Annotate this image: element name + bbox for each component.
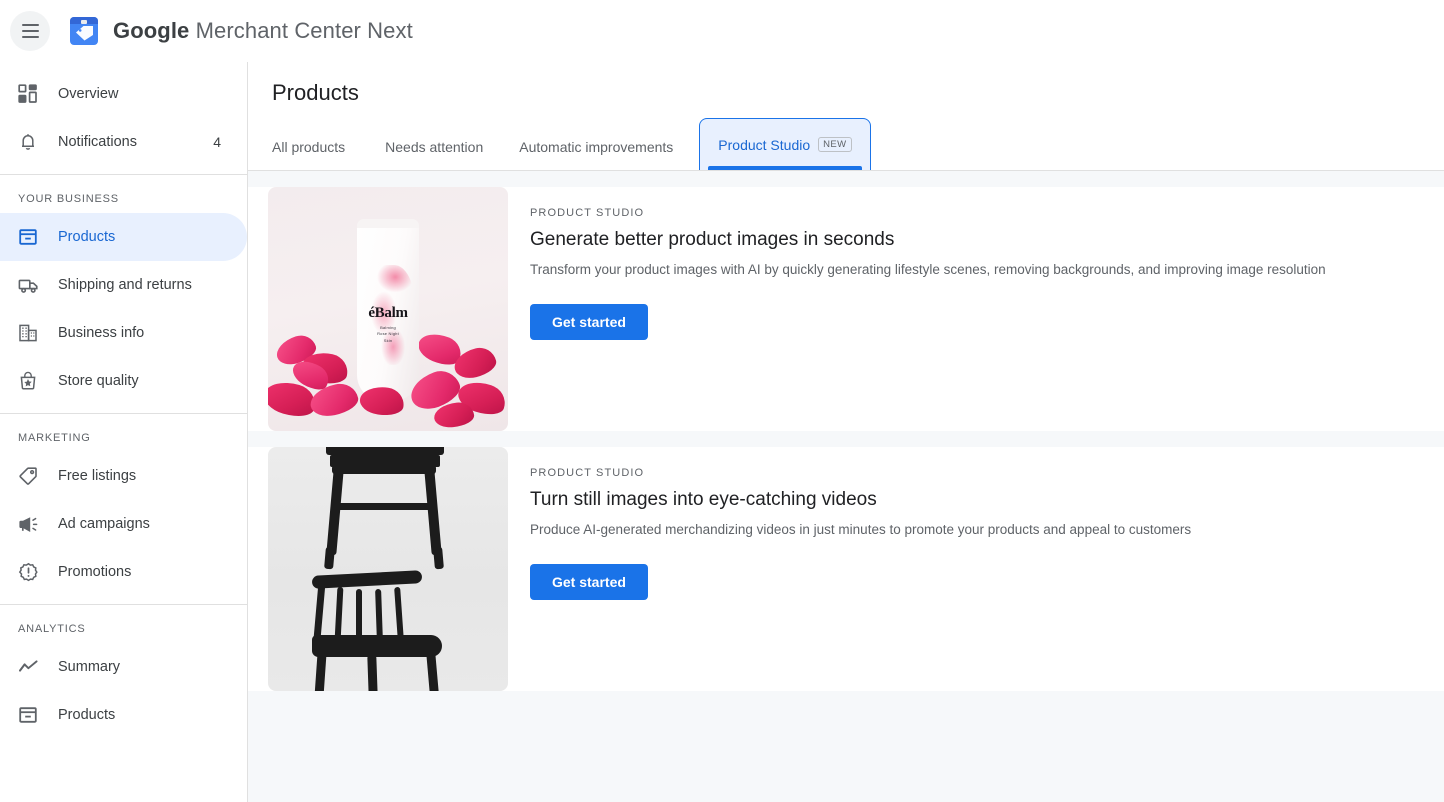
sidebar-item-label: Overview bbox=[58, 86, 237, 102]
sidebar-item-overview[interactable]: Overview bbox=[0, 70, 247, 118]
sidebar-item-summary[interactable]: Summary bbox=[0, 643, 247, 691]
sidebar-item-free-listings[interactable]: Free listings bbox=[0, 452, 247, 500]
inventory-box-icon bbox=[16, 225, 40, 249]
card-title: Turn still images into eye-catching vide… bbox=[530, 489, 1420, 511]
truck-icon bbox=[16, 273, 40, 297]
tab-label: All products bbox=[272, 139, 345, 155]
sidebar-item-label: Promotions bbox=[58, 564, 237, 580]
sidebar-section-marketing: MARKETING bbox=[0, 414, 247, 452]
sidebar-item-label: Store quality bbox=[58, 373, 237, 389]
main-content: Products All products Needs attention Au… bbox=[248, 62, 1444, 802]
dashboard-icon bbox=[16, 82, 40, 106]
megaphone-icon bbox=[16, 512, 40, 536]
sidebar-item-shipping-and-returns[interactable]: Shipping and returns bbox=[0, 261, 247, 309]
sidebar-item-label: Shipping and returns bbox=[58, 277, 237, 293]
new-badge: NEW bbox=[818, 137, 851, 152]
tab-product-studio[interactable]: Product Studio NEW bbox=[699, 118, 870, 170]
sidebar-item-label: Notifications bbox=[58, 134, 213, 150]
sidebar-nav: Overview Notifications 4 YOUR BUSINESS bbox=[0, 62, 248, 802]
sidebar-section-analytics: ANALYTICS bbox=[0, 605, 247, 643]
tab-needs-attention[interactable]: Needs attention bbox=[367, 124, 501, 170]
balm-caption-text: BalmingRose NightSkin bbox=[357, 325, 419, 344]
hamburger-menu-icon[interactable] bbox=[10, 11, 50, 51]
get-started-button[interactable]: Get started bbox=[530, 304, 648, 340]
brand-rest-words: Merchant Center Next bbox=[189, 18, 412, 43]
tab-bar: All products Needs attention Automatic i… bbox=[272, 118, 1444, 170]
merchant-center-tag-icon bbox=[70, 17, 98, 45]
app-header: Google Merchant Center Next bbox=[0, 0, 1444, 62]
store-badge-icon bbox=[16, 369, 40, 393]
card-description: Produce AI-generated merchandizing video… bbox=[530, 521, 1420, 540]
cards-list: éBalm BalmingRose NightSkin bbox=[248, 171, 1444, 802]
card-eyebrow: PRODUCT STUDIO bbox=[530, 467, 1420, 479]
sidebar-item-store-quality[interactable]: Store quality bbox=[0, 357, 247, 405]
notifications-count: 4 bbox=[213, 134, 221, 150]
sidebar-item-notifications[interactable]: Notifications 4 bbox=[0, 118, 247, 166]
chair-seat bbox=[312, 635, 442, 657]
tab-label: Needs attention bbox=[385, 139, 483, 155]
stool-seat bbox=[326, 447, 444, 455]
sidebar-item-products[interactable]: Products bbox=[0, 213, 247, 261]
sidebar-item-label: Ad campaigns bbox=[58, 516, 237, 532]
sidebar-item-business-info[interactable]: Business info bbox=[0, 309, 247, 357]
building-icon bbox=[16, 321, 40, 345]
inventory-box-icon bbox=[16, 703, 40, 727]
chair-backrest bbox=[312, 570, 423, 589]
sidebar-item-label: Products bbox=[58, 707, 237, 723]
price-tag-icon bbox=[16, 464, 40, 488]
sidebar-section-your-business: YOUR BUSINESS bbox=[0, 175, 247, 213]
card-text-block: PRODUCT STUDIO Generate better product i… bbox=[508, 187, 1444, 431]
brand-google-word: Google bbox=[113, 18, 189, 43]
promo-seal-icon bbox=[16, 560, 40, 584]
card-text-block: PRODUCT STUDIO Turn still images into ey… bbox=[508, 447, 1444, 691]
active-tab-underline bbox=[708, 166, 861, 170]
card-description: Transform your product images with AI by… bbox=[530, 261, 1420, 280]
sidebar-item-analytics-products[interactable]: Products bbox=[0, 691, 247, 739]
balm-brand-text: éBalm bbox=[357, 305, 419, 322]
product-studio-card-images: éBalm BalmingRose NightSkin bbox=[248, 187, 1444, 431]
balm-tube-product-image: éBalm BalmingRose NightSkin bbox=[268, 187, 508, 431]
card-title: Generate better product images in second… bbox=[530, 229, 1420, 251]
bell-icon bbox=[16, 130, 40, 154]
balm-tube: éBalm BalmingRose NightSkin bbox=[357, 219, 419, 401]
tab-all-products[interactable]: All products bbox=[272, 124, 367, 170]
furniture-product-image bbox=[268, 447, 508, 691]
tab-label: Automatic improvements bbox=[519, 139, 673, 155]
page-title: Products bbox=[272, 62, 1444, 106]
sidebar-item-ad-campaigns[interactable]: Ad campaigns bbox=[0, 500, 247, 548]
line-chart-icon bbox=[16, 655, 40, 679]
tab-automatic-improvements[interactable]: Automatic improvements bbox=[501, 124, 691, 170]
main-header: Products All products Needs attention Au… bbox=[248, 62, 1444, 171]
card-eyebrow: PRODUCT STUDIO bbox=[530, 207, 1420, 219]
sidebar-item-promotions[interactable]: Promotions bbox=[0, 548, 247, 596]
page-brand-title: Google Merchant Center Next bbox=[113, 18, 413, 44]
sidebar-item-label: Business info bbox=[58, 325, 237, 341]
sidebar-item-label: Free listings bbox=[58, 468, 237, 484]
tab-label: Product Studio bbox=[718, 137, 810, 153]
sidebar-item-label: Summary bbox=[58, 659, 237, 675]
get-started-button[interactable]: Get started bbox=[530, 564, 648, 600]
sidebar-item-label: Products bbox=[58, 229, 237, 245]
product-studio-card-videos: PRODUCT STUDIO Turn still images into ey… bbox=[248, 447, 1444, 691]
